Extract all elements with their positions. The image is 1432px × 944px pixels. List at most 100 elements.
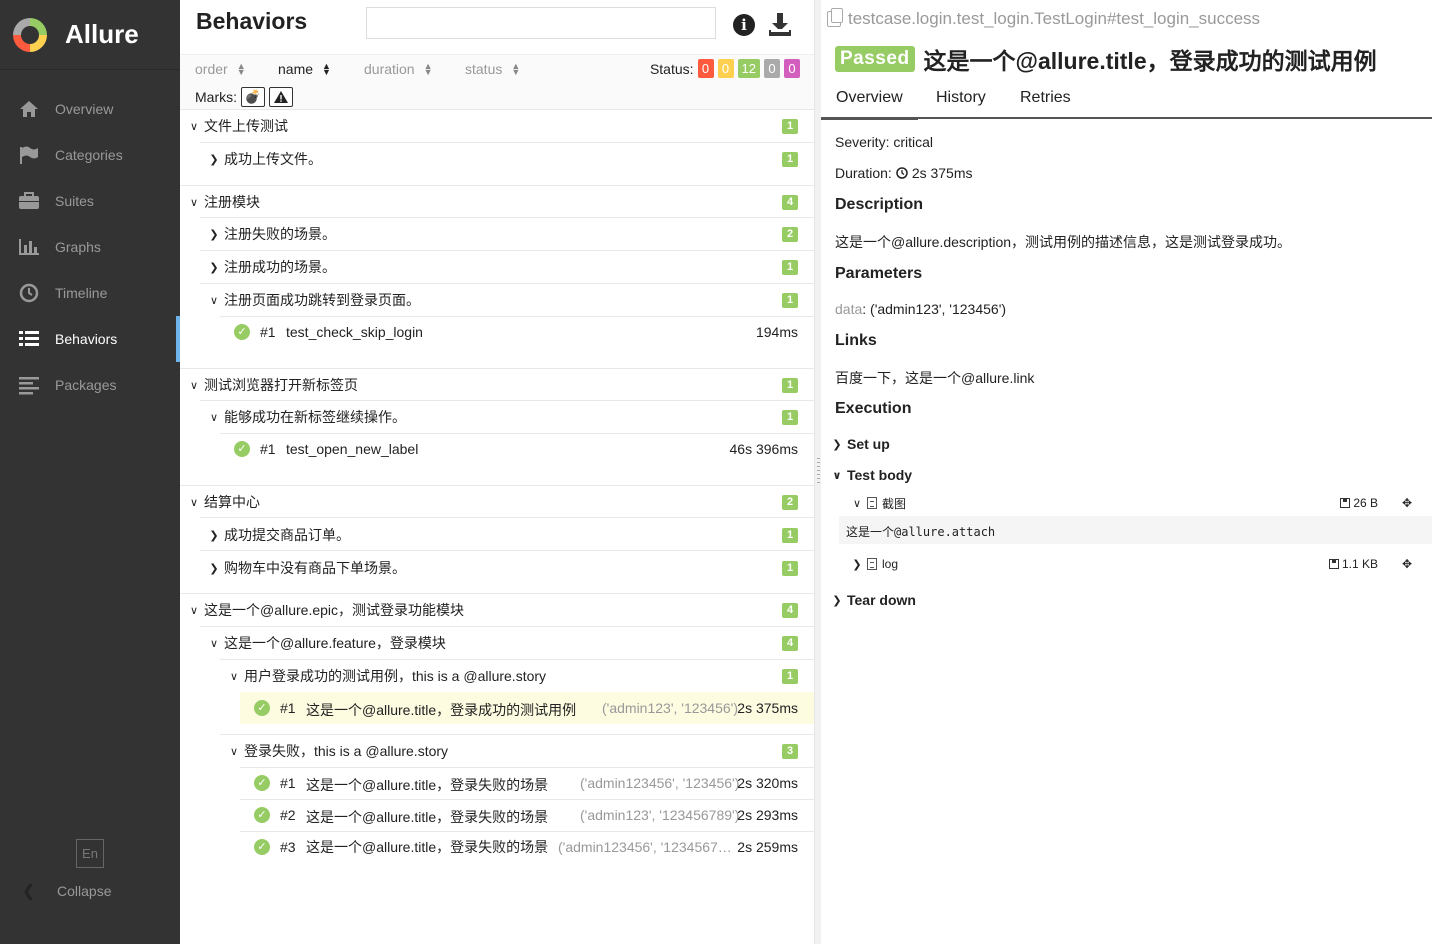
test-case-row[interactable]: ✓ #3 这是一个@allure.title，登录失败的场景 ('admin12… — [254, 831, 798, 881]
sort-name-button[interactable]: name ▲ ▼ — [278, 61, 331, 77]
tree-group-checkout[interactable]: ∨ 结算中心 2 — [188, 491, 814, 513]
sidebar-item-label: Graphs — [55, 239, 101, 255]
chevron-down-icon: ∨ — [189, 604, 199, 617]
tree-group-story-login-success[interactable]: ∨ 用户登录成功的测试用例，this is a @allure.story 1 — [228, 665, 814, 687]
sort-order-button[interactable]: order ▲ ▼ — [195, 61, 246, 77]
sidebar-item-categories[interactable]: Categories — [0, 132, 180, 178]
chevron-down-icon: ∨ — [189, 196, 199, 209]
status-failed-toggle[interactable]: 0 — [697, 59, 714, 78]
sidebar-item-behaviors[interactable]: Behaviors — [0, 316, 180, 362]
tree-group-empty-cart[interactable]: ❯ 购物车中没有商品下单场景。 1 — [208, 557, 814, 579]
tree-group-upload-success[interactable]: ❯ 成功上传文件。 1 — [208, 148, 814, 170]
chevron-down-icon: ∨ — [832, 469, 842, 482]
chevron-right-icon: ❯ — [832, 594, 842, 607]
tree-group-upload[interactable]: ∨ 文件上传测试 1 — [188, 115, 814, 137]
tree-group-feature-login[interactable]: ∨ 这是一个@allure.feature，登录模块 4 — [208, 632, 814, 654]
attachment-screenshot[interactable]: ∨ 截图 26 B ✥ — [851, 495, 1418, 511]
language-button[interactable]: En — [76, 839, 104, 868]
status-skipped-toggle[interactable]: 0 — [764, 59, 780, 78]
info-icon[interactable]: i — [733, 14, 755, 36]
sidebar-item-timeline[interactable]: Timeline — [0, 270, 180, 316]
tree-group-epic-login[interactable]: ∨ 这是一个@allure.epic，测试登录功能模块 4 — [188, 599, 814, 621]
collapse-button[interactable]: ❮ Collapse — [0, 874, 180, 908]
bomb-icon[interactable]: 💣 — [241, 87, 265, 107]
chevron-down-icon: ∨ — [189, 120, 199, 133]
divider — [220, 734, 814, 735]
test-number: #3 — [280, 839, 296, 855]
tree-group-new-tab-continue[interactable]: ∨ 能够成功在新标签继续操作。 1 — [208, 406, 814, 428]
execution-heading: Execution — [835, 400, 912, 417]
attachment-size-value: 26 B — [1353, 496, 1378, 510]
tree-group-submit-order[interactable]: ❯ 成功提交商品订单。 1 — [208, 524, 814, 546]
sidebar-item-suites[interactable]: Suites — [0, 178, 180, 224]
expand-icon[interactable]: ✥ — [1402, 557, 1412, 571]
tab-history[interactable]: History — [936, 89, 986, 107]
test-title: Passed 这是一个@allure.title，登录成功的测试用例 — [835, 42, 1377, 76]
sort-arrows-icon: ▲ ▼ — [511, 61, 521, 77]
test-case-row-selected[interactable]: ✓ #1 这是一个@allure.title，登录成功的测试用例 ('admin… — [254, 692, 798, 724]
status-badge: Passed — [835, 46, 915, 72]
warning-icon[interactable] — [269, 87, 293, 107]
behaviors-pane: Behaviors i order ▲ ▼ name ▲ ▼ duration ▲ ▼… — [180, 0, 814, 944]
download-icon[interactable] — [768, 12, 792, 38]
sort-duration-button[interactable]: duration ▲ ▼ — [364, 61, 433, 77]
test-number: #1 — [280, 700, 296, 716]
brand-name: Allure — [65, 19, 139, 49]
sidebar-item-graphs[interactable]: Graphs — [0, 224, 180, 270]
sort-status-label: status — [465, 61, 503, 77]
test-case-row[interactable]: ✓ #2 这是一个@allure.title，登录失败的场景 ('admin12… — [254, 799, 798, 831]
test-case-row[interactable]: ✓ #1 test_open_new_label 46s 396ms — [234, 433, 798, 465]
chevron-down-icon: ∨ — [209, 294, 219, 307]
status-filter: Status: 0 0 12 0 0 — [650, 59, 800, 78]
tree-group-new-tab[interactable]: ∨ 测试浏览器打开新标签页 1 — [188, 374, 814, 396]
divider — [180, 368, 814, 369]
tree-group-register-success[interactable]: ❯ 注册成功的场景。 1 — [208, 256, 814, 278]
status-unknown-toggle[interactable]: 0 — [784, 59, 800, 78]
pane-splitter[interactable] — [814, 0, 821, 944]
tree-group-register-fail[interactable]: ❯ 注册失败的场景。 2 — [208, 223, 814, 245]
group-label: 这是一个@allure.feature，登录模块 — [224, 635, 446, 651]
sort-status-button[interactable]: status ▲ ▼ — [465, 61, 520, 77]
status-broken-toggle[interactable]: 0 — [717, 59, 734, 78]
test-case-row[interactable]: ✓ #1 这是一个@allure.title，登录失败的场景 ('admin12… — [254, 767, 798, 799]
search-input[interactable] — [366, 7, 716, 39]
sidebar-item-packages[interactable]: Packages — [0, 362, 180, 408]
test-name: 这是一个@allure.title，登录失败的场景 — [306, 839, 549, 855]
marks-label: Marks: — [195, 89, 237, 105]
sort-bar: order ▲ ▼ name ▲ ▼ duration ▲ ▼ status ▲ ▼ S… — [180, 55, 814, 110]
divider — [200, 400, 814, 401]
chevron-down-icon: ∨ — [189, 496, 199, 509]
link[interactable]: 百度一下，这是一个@allure.link — [835, 368, 1034, 388]
test-body-toggle[interactable]: ∨ Test body — [831, 467, 913, 483]
sidebar-item-overview[interactable]: Overview — [0, 86, 180, 132]
file-icon — [867, 497, 877, 509]
duration: Duration: 2s 375ms — [835, 165, 973, 181]
tree-group-register-redirect[interactable]: ∨ 注册页面成功跳转到登录页面。 1 — [208, 289, 814, 311]
test-duration: 2s 293ms — [737, 807, 798, 823]
teardown-toggle[interactable]: ❯ Tear down — [831, 592, 916, 608]
test-duration: 2s 320ms — [737, 775, 798, 791]
tree-group-register[interactable]: ∨ 注册模块 4 — [188, 191, 814, 213]
drag-handle-icon[interactable] — [817, 458, 820, 486]
test-name: test_check_skip_login — [286, 324, 423, 340]
expand-icon[interactable]: ✥ — [1402, 496, 1412, 510]
detail-tabs: Overview History Retries — [821, 82, 1432, 120]
tab-overview[interactable]: Overview — [821, 89, 918, 120]
setup-toggle[interactable]: ❯ Set up — [831, 436, 889, 452]
test-full-name: testcase.login.test_login.TestLogin#test… — [848, 9, 1261, 28]
test-case-row[interactable]: ✓ #1 test_check_skip_login 194ms — [234, 316, 798, 348]
copy-icon[interactable] — [827, 8, 843, 27]
status-passed-toggle[interactable]: 12 — [737, 59, 760, 78]
attachment-log[interactable]: ❯ log 1.1 KB ✥ — [851, 556, 1418, 572]
tab-retries[interactable]: Retries — [1020, 89, 1071, 107]
attachment-size: 1.1 KB — [1328, 557, 1378, 571]
test-title-text: 这是一个@allure.title，登录成功的测试用例 — [923, 48, 1377, 74]
brand[interactable]: Allure — [0, 0, 180, 70]
align-left-icon — [18, 374, 40, 396]
tree-group-story-login-fail[interactable]: ∨ 登录失败，this is a @allure.story 3 — [228, 740, 814, 762]
parameter-row: data: ('admin123', '123456') — [835, 301, 1006, 317]
test-number: #1 — [260, 324, 276, 340]
sidebar-item-label: Packages — [55, 377, 117, 393]
test-params: ('admin123', '123456') — [602, 700, 739, 716]
clock-icon — [18, 282, 40, 304]
